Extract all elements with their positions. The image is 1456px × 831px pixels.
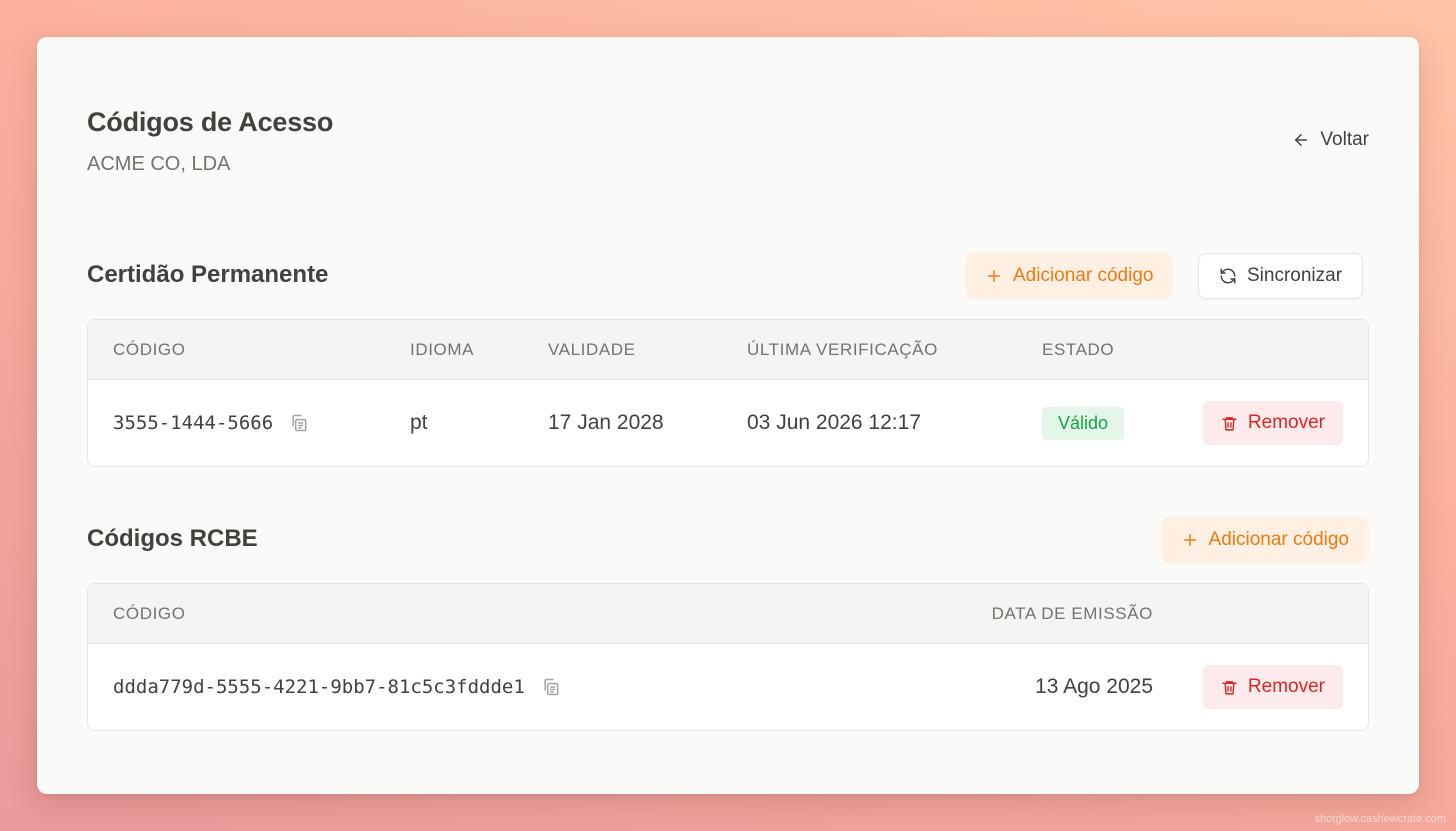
plus-icon: [985, 267, 1003, 285]
rcbe-code: ddda779d-5555-4221-9bb7-81c5c3fddde1: [113, 676, 525, 698]
add-rcbe-code-button[interactable]: Adicionar código: [1160, 517, 1369, 563]
back-label: Voltar: [1320, 129, 1369, 150]
column-header-last-check: ÚLTIMA VERIFICAÇÃO: [747, 340, 938, 359]
add-certidao-code-button[interactable]: Adicionar código: [965, 253, 1174, 299]
column-header-validity: VALIDADE: [548, 340, 636, 359]
section-title-rcbe: Códigos RCBE: [87, 525, 258, 552]
section-title-certidao: Certidão Permanente: [87, 261, 329, 288]
refresh-icon: [1219, 267, 1237, 285]
sync-button[interactable]: Sincronizar: [1198, 253, 1364, 299]
table-row: ddda779d-5555-4221-9bb7-81c5c3fddde1 13 …: [88, 644, 1368, 730]
page-title: Códigos de Acesso: [87, 107, 334, 137]
table-row: 3555-1444-5666 pt 17 Jan 2028 03 Jun 202…: [88, 380, 1368, 466]
table-header: CÓDIGO DATA DE EMISSÃO: [88, 584, 1368, 644]
add-label: Adicionar código: [1013, 265, 1154, 286]
remove-label: Remover: [1247, 676, 1325, 697]
status-badge: Válido: [1042, 406, 1125, 440]
column-header-language: IDIOMA: [410, 340, 475, 359]
arrow-left-icon: [1292, 131, 1310, 149]
copy-icon[interactable]: [541, 677, 561, 697]
column-header-code: CÓDIGO: [113, 604, 186, 623]
column-header-issue-date: DATA DE EMISSÃO: [991, 604, 1153, 623]
certidao-table: CÓDIGO IDIOMA VALIDADE ÚLTIMA VERIFICAÇÃ…: [87, 319, 1369, 467]
add-label: Adicionar código: [1208, 529, 1349, 550]
trash-icon: [1221, 679, 1238, 696]
access-code: 3555-1444-5666: [113, 412, 274, 434]
rcbe-table: CÓDIGO DATA DE EMISSÃO ddda779d-5555-422…: [87, 583, 1369, 731]
sync-label: Sincronizar: [1247, 265, 1343, 286]
last-check-cell: 03 Jun 2026 12:17: [747, 411, 921, 434]
remove-button[interactable]: Remover: [1202, 665, 1343, 709]
language-cell: pt: [410, 411, 428, 434]
column-header-status: ESTADO: [1042, 340, 1115, 359]
validity-cell: 17 Jan 2028: [548, 411, 664, 434]
remove-button[interactable]: Remover: [1202, 401, 1343, 445]
access-codes-card: Códigos de Acesso ACME CO, LDA Voltar Ce…: [37, 37, 1419, 794]
table-header: CÓDIGO IDIOMA VALIDADE ÚLTIMA VERIFICAÇÃ…: [88, 320, 1368, 380]
company-name: ACME CO, LDA: [87, 153, 231, 175]
plus-icon: [1181, 531, 1199, 549]
issue-date-cell: 13 Ago 2025: [1035, 675, 1153, 698]
remove-label: Remover: [1247, 412, 1325, 433]
column-header-code: CÓDIGO: [113, 340, 186, 359]
watermark: shotglow.cashewcrate.com: [1314, 813, 1446, 825]
trash-icon: [1221, 415, 1238, 432]
copy-icon[interactable]: [289, 413, 309, 433]
back-button[interactable]: Voltar: [1292, 125, 1369, 155]
